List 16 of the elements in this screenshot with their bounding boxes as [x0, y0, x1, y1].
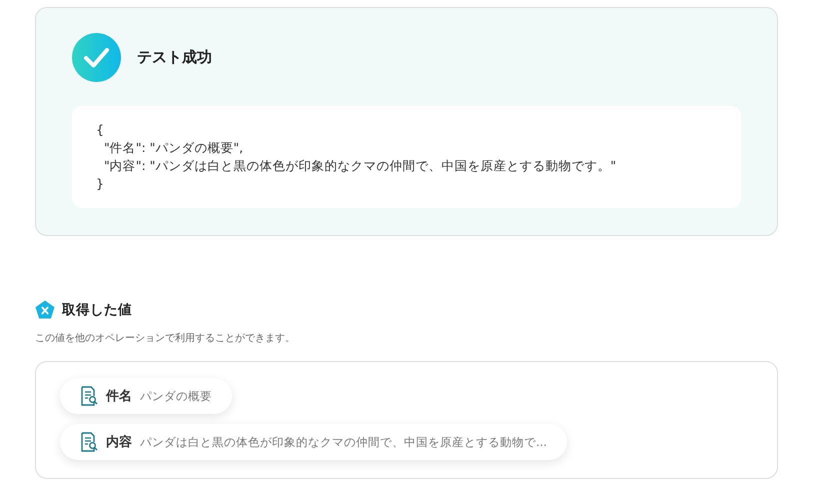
code-line: "件名": "パンダの概要",: [102, 139, 244, 157]
value-chip[interactable]: 内容 パンダは白と黒の体色が印象的なクマの仲間で、中国を原産とする動物で...: [60, 424, 567, 460]
section-title: 取得した値: [62, 300, 132, 318]
section-description: この値を他のオペレーションで利用することができます。: [35, 332, 296, 345]
code-line: {: [96, 121, 105, 139]
code-line: }: [96, 175, 105, 193]
value-label: 内容: [106, 434, 132, 451]
value-text: パンダは白と黒の体色が印象的なクマの仲間で、中国を原産とする動物で...: [140, 434, 547, 450]
variable-icon: [35, 300, 55, 319]
document-search-icon: [80, 386, 98, 406]
code-line: "内容": "パンダは白と黒の体色が印象的なクマの仲間で、中国を原産とする動物です。": [102, 157, 618, 175]
value-chip[interactable]: 件名 パンダの概要: [60, 378, 232, 414]
result-title: テスト成功: [137, 48, 212, 67]
document-search-icon: [80, 432, 98, 452]
value-text: パンダの概要: [140, 388, 212, 404]
value-label: 件名: [106, 388, 132, 405]
